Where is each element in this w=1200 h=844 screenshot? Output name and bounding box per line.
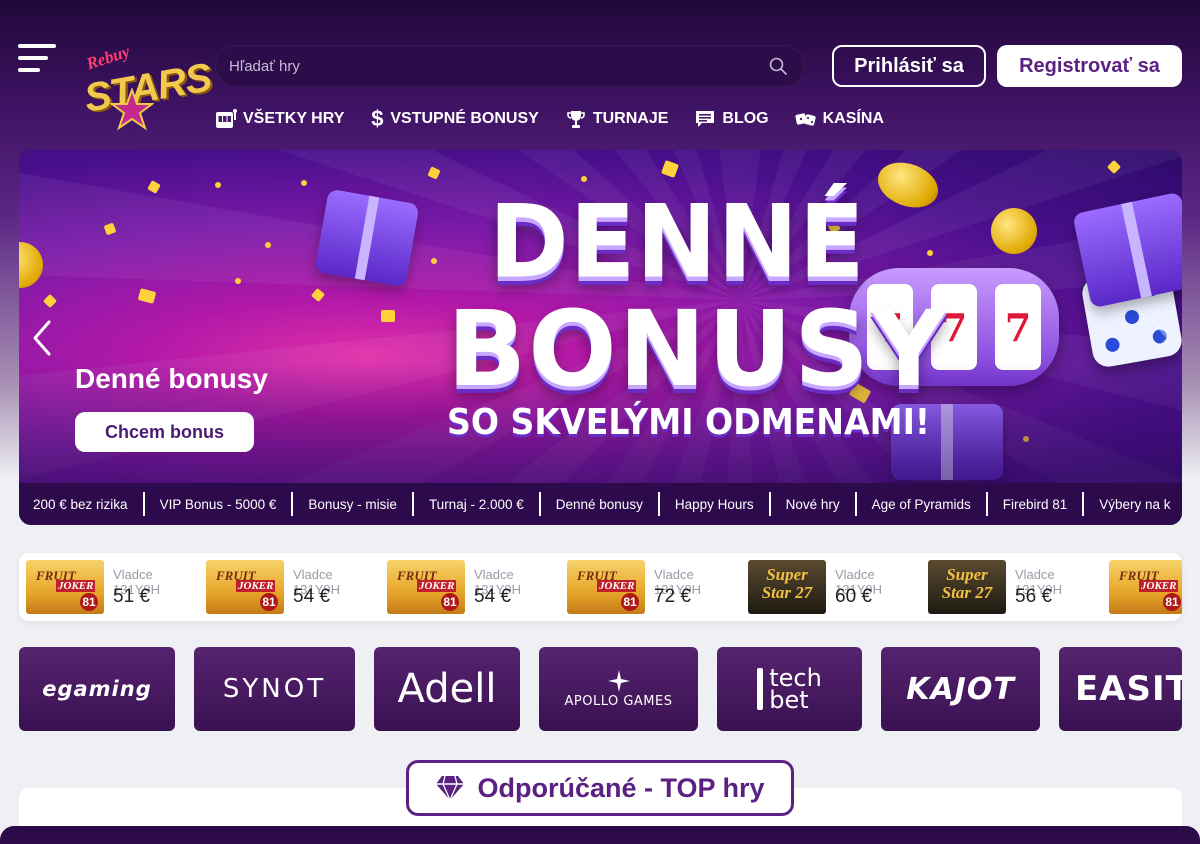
sparkle [215,182,221,188]
message-icon [694,108,716,130]
main-nav: VŠETKY HRY $ VSTUPNÉ BONUSY TURNAJE BLOG… [215,104,884,134]
slot-machine-icon [215,108,237,130]
winner-amount: 56 € [1015,586,1052,607]
provider-label: Adell [397,666,497,712]
winner-item[interactable]: FRUIT JOKER 81 Vladce 131Y9H 72 € [567,560,742,614]
banner-headline-line3: SO SKVELÝMI ODMENAMI! [447,402,931,443]
game-thumbnail: FRUIT JOKER 81 [26,560,104,614]
sparkle [581,176,587,182]
menu-icon[interactable] [18,44,58,74]
banner-tab[interactable]: Bonusy - misie [293,492,414,516]
banner-tab[interactable]: Nové hry [771,492,857,516]
banner-cta-button[interactable]: Chcem bonus [75,412,254,452]
chevron-right-icon[interactable] [1148,318,1172,358]
banner-tab[interactable]: Denné bonusy [541,492,660,516]
sparkle [301,180,307,186]
banner-title: Denné bonusy [75,363,268,394]
winner-item[interactable]: FRUIT JOKER 81 Vladce 131Y9H 54 € [387,560,562,614]
provider-apollo-games[interactable]: APOLLO GAMES [539,647,698,731]
winner-item[interactable]: FRUIT JOKER 81 Vladce 131Y9H 54 € [206,560,381,614]
nav-item-entry-bonuses[interactable]: $ VSTUPNÉ BONUSY [370,104,539,134]
dice-icon [795,108,817,130]
sparkle [431,258,437,264]
search-icon[interactable] [769,57,787,75]
gift-icon [314,188,420,288]
winner-item[interactable]: Super Star 27 Vladce 131Y9H 60 € [748,560,923,614]
provider-egaming[interactable]: egaming [19,647,175,731]
nav-label: VŠETKY HRY [243,110,345,127]
diamond-icon [436,775,465,801]
provider-label: APOLLO GAMES [564,693,673,709]
register-button[interactable]: Registrovať sa [997,45,1182,87]
nav-label: BLOG [722,110,769,127]
provider-adell[interactable]: Adell [374,647,520,731]
search-input[interactable] [229,45,749,87]
nav-item-tournaments[interactable]: TURNAJE [565,104,669,134]
winner-item[interactable]: FRUIT JOKER 81 [1109,560,1182,614]
slot-reel: 7 [995,284,1041,370]
star-icon [607,669,630,692]
bottom-bar [0,826,1200,844]
provider-label: KAJOT [906,671,1015,707]
featured-title: Odporúčané - TOP hry [477,772,765,803]
game-thumbnail: FRUIT JOKER 81 [206,560,284,614]
nav-label: TURNAJE [592,110,669,127]
provider-label: egaming [42,677,152,701]
winner-amount: 60 € [835,586,872,607]
banner-tab[interactable]: 200 € bez rizika [19,492,145,516]
game-thumbnail: FRUIT JOKER 81 [387,560,465,614]
banner-tabs: 200 € bez rizika VIP Bonus - 5000 € Bonu… [19,483,1182,525]
search-bar [215,45,805,87]
dollar-icon: $ [371,106,384,131]
sparkle [235,278,241,284]
winner-amount: 72 € [654,586,691,607]
featured-heading: Odporúčané - TOP hry [406,760,794,816]
sparkle [265,242,271,248]
confetti [381,310,395,322]
game-thumbnail: Super Star 27 [748,560,826,614]
banner-headline-line2: BONUSY [447,288,949,410]
banner-tab[interactable]: VIP Bonus - 5000 € [145,492,294,516]
winner-amount: 54 € [474,586,511,607]
sparkle [927,250,933,256]
coin-icon [991,208,1037,254]
banner-tab[interactable]: Firebird 81 [988,492,1085,516]
winner-amount: 51 € [113,586,150,607]
promo-banner[interactable]: 7 7 7 DENNÉ BONUSY SO SKVELÝMI ODMENAMI!… [19,150,1182,525]
nav-item-all-games[interactable]: VŠETKY HRY [215,104,344,134]
provider-label: SYNOT [222,674,327,704]
provider-label: EASIT [1075,669,1182,709]
winners-ticker: FRUIT JOKER 81 Vladce 131Y9H 51 € FRUIT JOK… [19,553,1182,621]
trophy-icon [565,108,587,130]
winner-item[interactable]: Super Star 27 Vladce 131Y9H 56 € [928,560,1103,614]
provider-kajot[interactable]: KAJOT [881,647,1040,731]
banner-tab[interactable]: Výbery na k [1084,492,1182,516]
provider-synot[interactable]: SYNOT [194,647,355,731]
banner-tab[interactable]: Age of Pyramids [857,492,988,516]
game-thumbnail: FRUIT JOKER 81 [567,560,645,614]
banner-tab[interactable]: Happy Hours [660,492,771,516]
nav-item-casinos[interactable]: KASÍNA [795,104,884,134]
nav-label: VSTUPNÉ BONUSY [390,110,539,127]
winner-amount: 54 € [293,586,330,607]
provider-label-bottom: bet [769,686,809,714]
provider-techbet[interactable]: tech bet [717,647,862,731]
game-thumbnail: FRUIT JOKER 81 [1109,560,1182,614]
star-icon [110,88,154,131]
banner-headline-line1: DENNÉ [489,183,866,301]
banner-tab[interactable]: Turnaj - 2.000 € [414,492,541,516]
login-button[interactable]: Prihlásiť sa [832,45,986,87]
provider-easit[interactable]: EASIT [1059,647,1182,731]
winner-item[interactable]: FRUIT JOKER 81 Vladce 131Y9H 51 € [26,560,201,614]
nav-item-blog[interactable]: BLOG [694,104,769,134]
game-thumbnail: Super Star 27 [928,560,1006,614]
logo[interactable]: Rebuy STARS [80,42,214,140]
techbet-logo-bar [757,668,764,710]
nav-label: KASÍNA [822,110,884,127]
chevron-left-icon[interactable] [31,318,55,358]
